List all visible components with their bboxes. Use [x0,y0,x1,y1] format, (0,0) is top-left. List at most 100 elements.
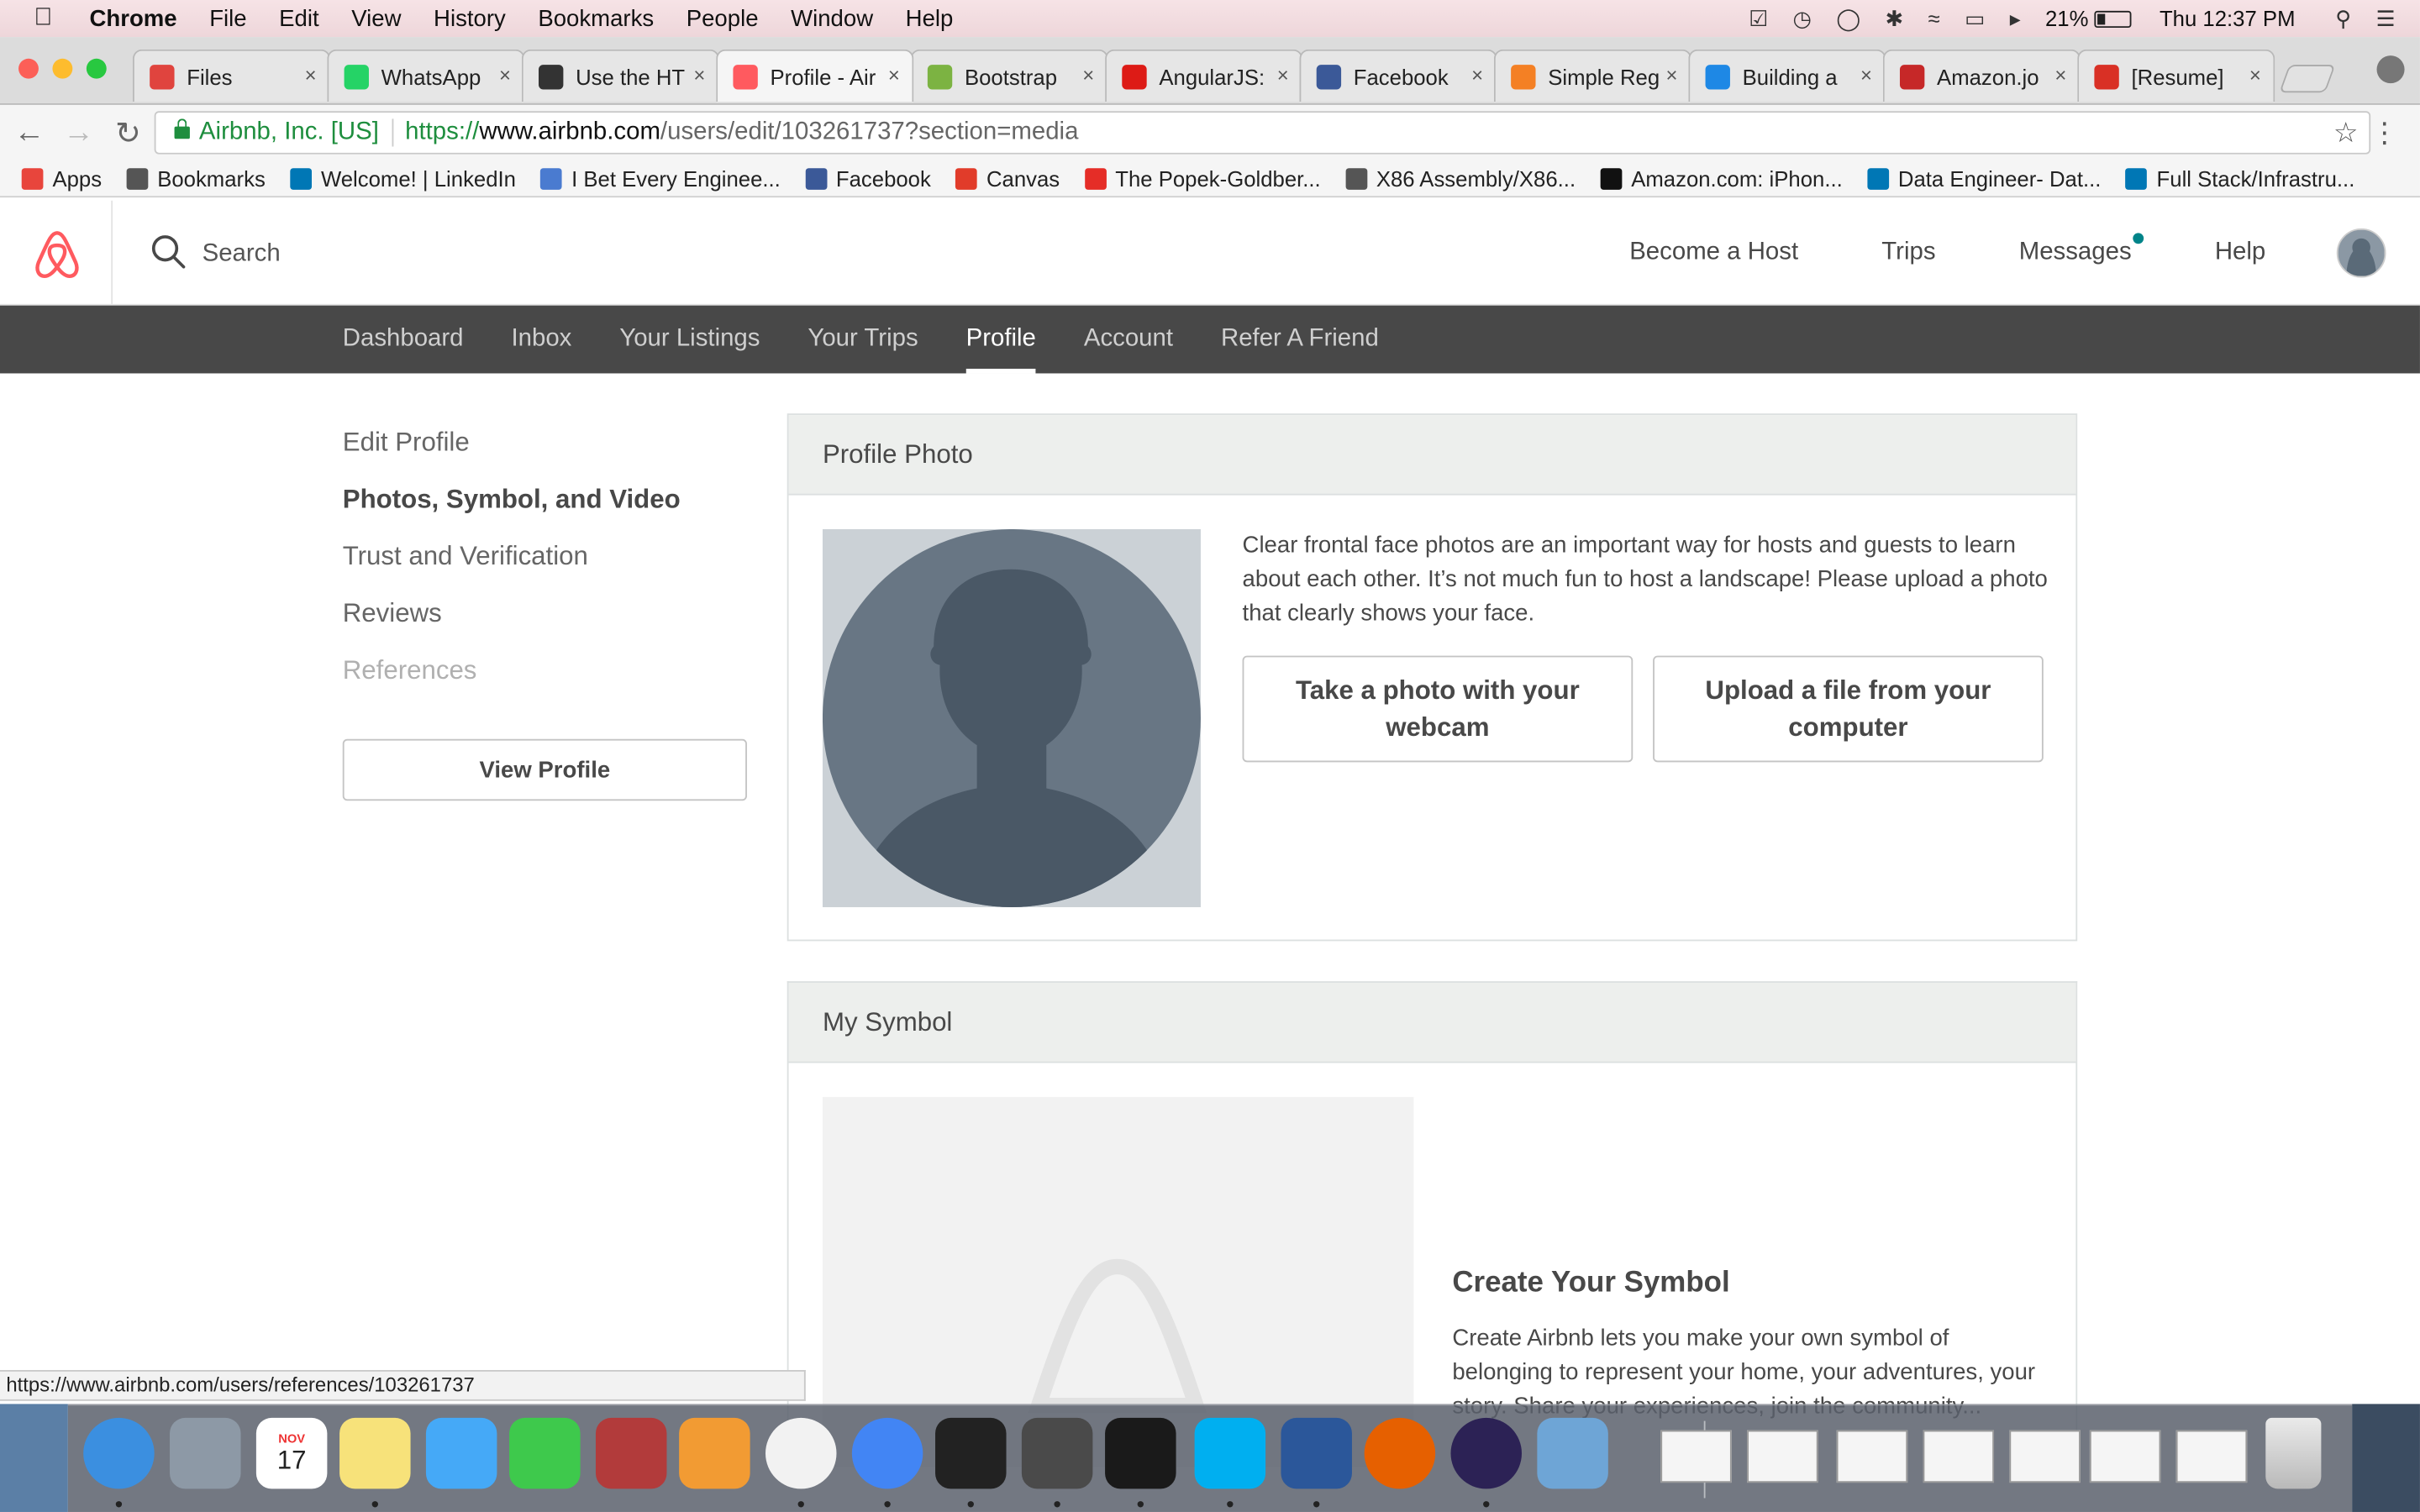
browser-tab[interactable]: [Resume] × [2077,49,2275,102]
firefox-icon[interactable] [1364,1417,1436,1489]
bookmark-item[interactable]: Bookmarks [126,165,266,191]
close-tab-icon[interactable]: × [499,63,511,87]
close-tab-icon[interactable]: × [1471,63,1483,87]
browser-tab[interactable]: Use the HT × [521,49,719,102]
view-profile-button[interactable]: View Profile [342,738,747,801]
browser-tab[interactable]: Simple Reg × [1493,49,1692,102]
sidebar-item-edit-profile[interactable]: Edit Profile [343,426,747,483]
spotlight-icon[interactable]: ⚲ [2335,5,2351,31]
menu-history[interactable]: History [434,5,506,31]
take-webcam-photo-button[interactable]: Take a photo with your webcam [1242,655,1634,763]
tab-your-listings[interactable]: Your Listings [619,306,760,374]
nav-help[interactable]: Help [2215,239,2265,267]
trash-icon[interactable] [2265,1417,2322,1489]
sidebar-item-references[interactable]: References [343,654,747,711]
minimized-window-thumbnail[interactable] [2089,1430,2161,1483]
nav-messages[interactable]: Messages [2019,233,2144,267]
apple-icon[interactable]:  [34,5,61,33]
new-tab-button[interactable] [2279,65,2336,93]
back-arrow-icon[interactable]: ← [9,115,50,150]
nav-become-host[interactable]: Become a Host [1629,239,1798,267]
close-window-button[interactable] [18,58,39,79]
bookmark-item[interactable]: Amazon.com: iPhon... [1600,165,1843,191]
bluetooth-icon[interactable]: ✱ [1886,5,1904,31]
bookmark-item[interactable]: Welcome! | LinkedIn [290,165,516,191]
menu-window[interactable]: Window [791,5,873,31]
browser-tab[interactable]: Bootstrap × [910,49,1108,102]
browser-tab[interactable]: Files × [132,49,331,102]
minimized-window-thumbnail[interactable] [1660,1430,1732,1483]
tab-refer-a-friend[interactable]: Refer A Friend [1221,306,1379,374]
chrome-profile-icon[interactable] [2376,55,2405,84]
browser-tab[interactable]: Building a × [1688,49,1886,102]
volume-icon[interactable]: ▸ [2010,5,2021,31]
bookmark-item[interactable]: Full Stack/Infrastru... [2125,165,2354,191]
airbnb-logo-icon[interactable] [31,228,83,281]
menu-file[interactable]: File [209,5,246,31]
photos-icon[interactable] [765,1417,837,1489]
close-tab-icon[interactable]: × [693,63,705,87]
time-machine-icon[interactable]: ◷ [1793,5,1812,31]
bookmark-star-icon[interactable]: ☆ [2333,118,2359,150]
browser-tab[interactable]: Facebook × [1299,49,1497,102]
sidebar-item-reviews[interactable]: Reviews [343,597,747,654]
preview-icon[interactable] [1537,1417,1608,1489]
nav-trips[interactable]: Trips [1881,239,1935,267]
finder-icon[interactable] [83,1417,155,1489]
clock[interactable]: Thu 12:37 PM [2160,6,2296,30]
tab-inbox[interactable]: Inbox [511,306,571,374]
minimized-window-thumbnail[interactable] [2009,1430,2081,1483]
reload-icon[interactable]: ↻ [108,113,149,152]
close-tab-icon[interactable]: × [2249,63,2261,87]
forward-arrow-icon[interactable]: → [59,115,99,150]
menu-help[interactable]: Help [906,5,954,31]
user-avatar[interactable] [2336,228,2386,278]
chat-bubble-icon[interactable]: ◯ [1836,5,1860,31]
tab-profile[interactable]: Profile [965,306,1037,374]
sidebar-item-trust-verification[interactable]: Trust and Verification [343,540,747,597]
browser-tab[interactable]: Amazon.jo × [1882,49,2081,102]
minimize-window-button[interactable] [52,58,73,79]
calendar-icon[interactable]: NOV 17 [255,1417,328,1489]
chrome-menu-icon[interactable]: ⋮ [2370,118,2398,150]
tab-dashboard[interactable]: Dashboard [343,306,464,374]
browser-tab[interactable]: AngularJS: × [1105,49,1303,102]
browser-tab[interactable]: Profile - Air × [716,49,914,102]
sidebar-item-photos-symbol-video[interactable]: Photos, Symbol, and Video [343,483,747,540]
close-tab-icon[interactable]: × [888,63,900,87]
word-icon[interactable] [1281,1417,1352,1489]
eclipse-icon[interactable] [1450,1417,1522,1489]
bookmark-item[interactable]: Apps [21,165,102,191]
close-tab-icon[interactable]: × [305,63,317,87]
upload-file-button[interactable]: Upload a file from your computer [1653,655,2044,763]
terminal-icon[interactable] [935,1417,1007,1489]
notification-center-icon[interactable]: ☰ [2375,5,2395,31]
menu-app-name[interactable]: Chrome [90,5,177,31]
browser-tab[interactable]: WhatsApp × [327,49,525,102]
wifi-icon[interactable]: ≈ [1928,6,1939,30]
menu-view[interactable]: View [351,5,401,31]
checkbox-icon[interactable]: ☑ [1749,5,1768,31]
secure-site-label[interactable]: Airbnb, Inc. [US] [199,118,379,146]
close-tab-icon[interactable]: × [1277,63,1289,87]
bookmark-item[interactable]: Data Engineer- Dat... [1867,165,2101,191]
minimized-window-thumbnail[interactable] [1747,1430,1818,1483]
bookmark-item[interactable]: X86 Assembly/X86... [1345,165,1576,191]
zoom-window-button[interactable] [86,58,107,79]
search-icon[interactable] [151,234,186,269]
pages-icon[interactable] [679,1417,750,1489]
notes-icon[interactable] [339,1417,411,1489]
battery-percent[interactable]: 21% [2045,6,2088,30]
search-input[interactable]: Search [203,241,281,269]
close-tab-icon[interactable]: × [1666,63,1678,87]
minimized-window-thumbnail[interactable] [1836,1430,1908,1483]
tab-account[interactable]: Account [1084,306,1173,374]
tab-your-trips[interactable]: Your Trips [808,306,918,374]
skype-icon[interactable] [1194,1417,1266,1489]
bookmark-item[interactable]: Canvas [955,165,1060,191]
close-tab-icon[interactable]: × [1082,63,1094,87]
battery-icon[interactable] [2094,9,2132,28]
address-bar[interactable]: Airbnb, Inc. [US] https:// www.airbnb.co… [154,111,2371,155]
minimized-window-thumbnail[interactable] [2175,1430,2248,1483]
airplay-icon[interactable]: ▭ [1965,5,1985,31]
